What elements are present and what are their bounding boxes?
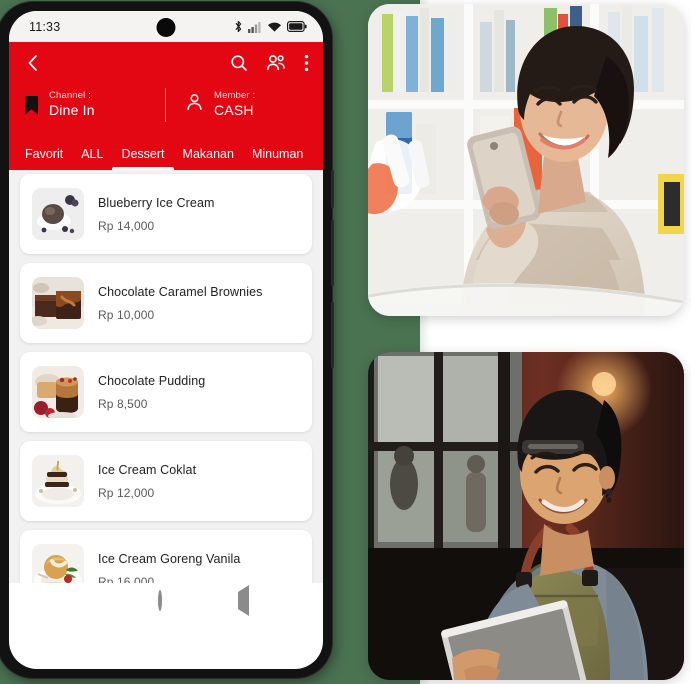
back-button[interactable] xyxy=(25,54,41,75)
tab-favorit[interactable]: Favorit xyxy=(13,147,72,170)
chocolate-caramel-brownies-photo xyxy=(32,277,84,329)
bookmark-icon xyxy=(25,95,38,115)
phone-device-frame: 11:33 Channel: Dine In Member: CASH Fa… xyxy=(0,2,334,678)
phone-screen: 11:33 Channel: Dine In Member: CASH Fa… xyxy=(9,11,323,669)
member-label: Member : xyxy=(214,89,256,101)
tab-makanan[interactable]: Makanan xyxy=(174,147,243,170)
barista-using-tablet-photo xyxy=(368,352,684,680)
chocolate-pudding-photo xyxy=(32,366,84,418)
woman-smiling-at-smartphone-photo xyxy=(368,4,684,316)
product-name: Ice Cream Coklat xyxy=(98,462,197,477)
header-action-group xyxy=(230,54,309,75)
product-name: Chocolate Pudding xyxy=(98,373,206,388)
wifi-icon xyxy=(267,21,282,33)
tab-all[interactable]: ALL xyxy=(72,147,112,170)
home-button[interactable] xyxy=(158,590,163,611)
product-price: Rp 8,500 xyxy=(98,396,148,411)
search-button[interactable] xyxy=(230,54,248,75)
chevron-left-icon xyxy=(25,54,41,75)
signal-icon xyxy=(248,21,262,33)
bluetooth-icon xyxy=(234,20,243,33)
person-icon xyxy=(186,93,203,117)
status-bar: 11:33 xyxy=(9,11,323,42)
product-list-item[interactable]: Blueberry Ice Cream Rp 14,000 xyxy=(20,174,312,254)
members-icon xyxy=(266,54,286,75)
members-button[interactable] xyxy=(266,54,286,75)
channel-selector[interactable]: Channel : Dine In xyxy=(25,90,165,120)
tab-dessert-label: Dessert xyxy=(121,147,165,161)
member-value: CASH xyxy=(214,102,254,119)
status-bar-time: 11:33 xyxy=(29,19,61,34)
triangle-icon xyxy=(238,585,250,616)
blueberry-ice-cream-photo xyxy=(32,188,84,240)
circle-icon xyxy=(158,590,163,611)
tab-makanan-label: Makanan xyxy=(182,147,234,161)
product-price: Rp 10,000 xyxy=(98,307,155,322)
tab-dessert[interactable]: Dessert xyxy=(112,147,174,170)
front-camera-punch-hole xyxy=(156,18,176,37)
tab-all-label: ALL xyxy=(81,147,104,161)
product-list-item[interactable]: Chocolate Pudding Rp 8,500 xyxy=(20,352,312,432)
product-list[interactable]: Blueberry Ice Cream Rp 14,000 Chocolate … xyxy=(9,170,323,619)
product-name: Chocolate Caramel Brownies xyxy=(98,284,263,299)
back-button[interactable] xyxy=(238,585,250,616)
battery-icon xyxy=(287,21,307,32)
overflow-menu-button[interactable] xyxy=(304,54,309,75)
member-selector[interactable]: Member : CASH xyxy=(166,90,255,120)
status-bar-icons xyxy=(234,20,307,33)
phone-volume-down-button xyxy=(331,302,334,368)
tab-minuman[interactable]: Minuman xyxy=(243,147,312,170)
phone-side-button-top xyxy=(331,170,334,208)
overflow-menu-icon xyxy=(304,54,309,75)
product-list-item[interactable]: Ice Cream Coklat Rp 12,000 xyxy=(20,441,312,521)
header-toolbar xyxy=(9,42,323,86)
product-name: Ice Cream Goreng Vanila xyxy=(98,551,241,566)
product-price: Rp 14,000 xyxy=(98,218,155,233)
product-name: Blueberry Ice Cream xyxy=(98,195,215,210)
channel-value: Dine In xyxy=(49,102,95,119)
product-list-item[interactable]: Chocolate Caramel Brownies Rp 10,000 xyxy=(20,263,312,343)
tab-favorit-label: Favorit xyxy=(25,147,64,161)
channel-label: Channel : xyxy=(49,89,92,101)
phone-volume-up-button xyxy=(331,220,334,286)
order-context-bar: Channel : Dine In Member : CASH xyxy=(9,86,323,136)
ice-cream-coklat-photo xyxy=(32,455,84,507)
tab-minuman-label: Minuman xyxy=(251,147,304,161)
search-icon xyxy=(230,54,248,75)
product-price: Rp 12,000 xyxy=(98,485,155,500)
app-header: Channel : Dine In Member : CASH Favorit … xyxy=(9,42,323,170)
category-tab-bar: Favorit ALL Dessert Makanan Minuman xyxy=(9,136,323,170)
android-navigation-bar xyxy=(9,583,323,619)
